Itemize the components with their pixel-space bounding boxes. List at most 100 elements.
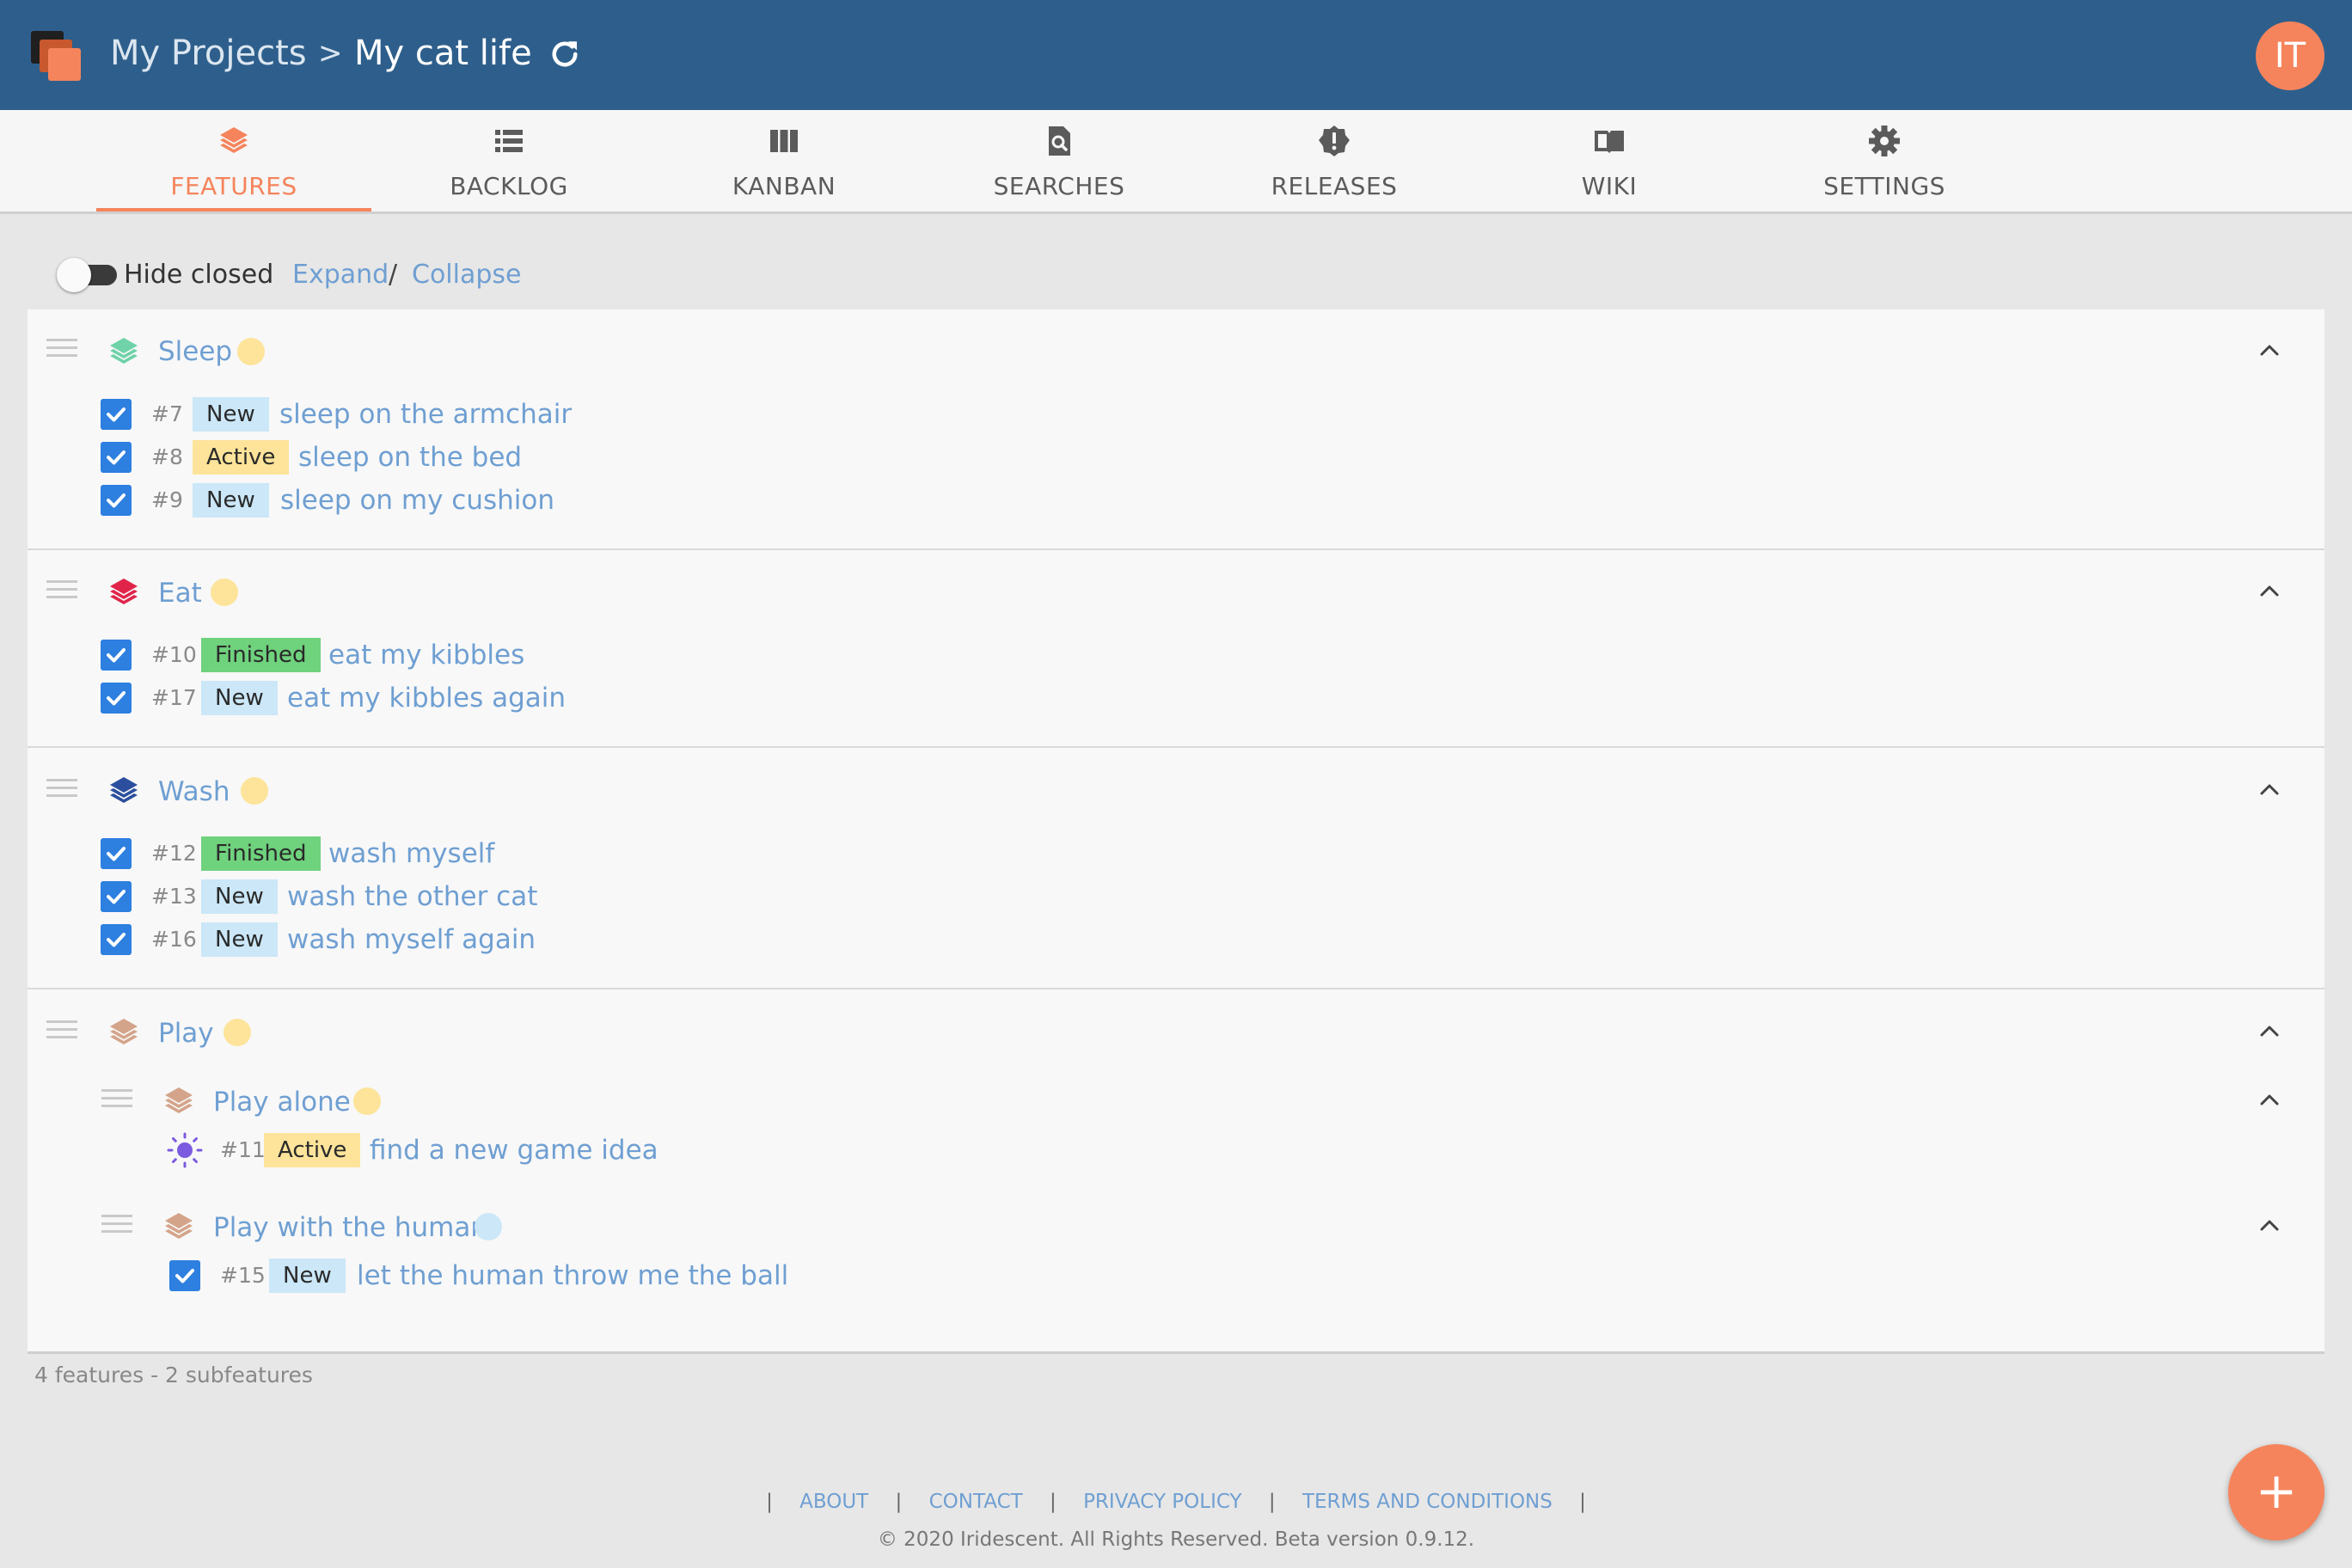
item-number: #9 <box>151 487 183 512</box>
status-badge: New <box>193 397 269 432</box>
list-icon <box>495 130 523 152</box>
item-title[interactable]: eat my kibbles again <box>287 681 566 715</box>
feature-title-play[interactable]: Play <box>158 1014 214 1052</box>
footer-separator: | <box>1050 1491 1057 1513</box>
checkbox-icon[interactable] <box>101 442 132 473</box>
footer-separator: | <box>766 1491 773 1513</box>
drag-handle-icon[interactable] <box>101 1089 132 1113</box>
status-badge: Active <box>264 1133 361 1167</box>
item-number: #7 <box>151 401 183 426</box>
tab-wiki[interactable]: WIKI <box>1472 110 1747 211</box>
footer-separator: | <box>1579 1491 1586 1513</box>
checkbox-icon[interactable] <box>101 640 132 671</box>
refresh-icon[interactable] <box>547 36 583 72</box>
layers-icon <box>110 579 138 604</box>
feature-status-dot <box>241 777 268 805</box>
footer-link-terms[interactable]: TERMS AND CONDITIONS <box>1302 1491 1553 1513</box>
drag-handle-icon[interactable] <box>46 1020 77 1044</box>
chevron-up-icon[interactable] <box>2257 778 2282 802</box>
item-title[interactable]: sleep on the bed <box>298 440 522 475</box>
kanban-icon <box>770 130 798 152</box>
feature-title-eat[interactable]: Eat <box>158 574 202 612</box>
tab-label: RELEASES <box>1271 172 1398 200</box>
drag-handle-icon[interactable] <box>46 779 77 803</box>
layers-icon <box>110 1019 138 1044</box>
subfeature-title-play-alone[interactable]: Play alone <box>213 1083 351 1121</box>
user-avatar[interactable]: IT <box>2256 21 2324 90</box>
feature-divider <box>28 548 2324 550</box>
hide-closed-toggle[interactable] <box>57 258 119 292</box>
expand-link[interactable]: Expand <box>292 258 389 292</box>
breadcrumb-my-projects[interactable]: My Projects <box>110 29 307 77</box>
chevron-up-icon[interactable] <box>2257 1020 2282 1044</box>
chevron-up-icon[interactable] <box>2257 1088 2282 1112</box>
footer-link-contact[interactable]: CONTACT <box>929 1491 1023 1513</box>
add-feature-button[interactable]: + <box>2228 1444 2324 1540</box>
app-logo-icon[interactable] <box>31 31 81 81</box>
checkbox-icon[interactable] <box>101 485 132 516</box>
tab-label: BACKLOG <box>450 172 568 200</box>
tab-backlog[interactable]: BACKLOG <box>371 110 646 211</box>
item-number: #12 <box>151 841 197 866</box>
item-number: #8 <box>151 444 183 469</box>
checkbox-icon[interactable] <box>101 399 132 430</box>
status-badge: New <box>201 681 278 715</box>
feature-summary: 4 features - 2 subfeatures <box>34 1363 313 1387</box>
drag-handle-icon[interactable] <box>46 580 77 604</box>
item-title[interactable]: sleep on my cushion <box>280 483 554 518</box>
item-title[interactable]: wash myself <box>328 836 494 871</box>
chevron-up-icon[interactable] <box>2257 579 2282 603</box>
footer-link-privacy-policy[interactable]: PRIVACY POLICY <box>1083 1491 1242 1513</box>
main-tabs: FEATURES BACKLOG KANBAN SEARCHES RELEASE… <box>0 110 2352 214</box>
book-icon <box>1595 131 1624 153</box>
gear-icon <box>1869 126 1900 156</box>
item-title[interactable]: find a new game idea <box>370 1133 658 1167</box>
checkbox-icon[interactable] <box>101 838 132 869</box>
layers-icon <box>165 1213 193 1239</box>
tab-label: FEATURES <box>170 172 297 200</box>
tab-kanban[interactable]: KANBAN <box>646 110 922 211</box>
tab-label: SETTINGS <box>1823 172 1945 200</box>
drag-handle-icon[interactable] <box>46 339 77 363</box>
footer-link-about[interactable]: ABOUT <box>799 1491 868 1513</box>
feature-title-wash[interactable]: Wash <box>158 773 230 811</box>
sun-icon[interactable] <box>166 1131 204 1169</box>
breadcrumb-project-name: My cat life <box>354 34 532 73</box>
hide-closed-label: Hide closed <box>124 260 274 290</box>
footer-links: | ABOUT | CONTACT | PRIVACY POLICY | TER… <box>0 1487 2352 1516</box>
footer-separator: | <box>895 1491 903 1513</box>
feature-title-sleep[interactable]: Sleep <box>158 333 232 371</box>
layers-icon <box>110 777 138 803</box>
checkbox-icon[interactable] <box>101 881 132 912</box>
item-number: #13 <box>151 884 197 909</box>
tab-releases[interactable]: RELEASES <box>1197 110 1472 211</box>
drag-handle-icon[interactable] <box>101 1215 132 1239</box>
tab-features[interactable]: FEATURES <box>96 110 371 211</box>
layers-icon <box>165 1087 193 1113</box>
chevron-up-icon[interactable] <box>2257 1214 2282 1238</box>
checkbox-icon[interactable] <box>101 683 132 714</box>
collapse-link[interactable]: Collapse <box>412 258 522 292</box>
checkbox-icon[interactable] <box>101 924 132 955</box>
status-badge: Finished <box>201 638 321 672</box>
item-title[interactable]: sleep on the armchair <box>279 397 572 432</box>
item-title[interactable]: wash the other cat <box>287 879 537 914</box>
status-badge: Active <box>193 440 290 475</box>
item-title[interactable]: eat my kibbles <box>328 638 524 672</box>
item-title[interactable]: wash myself again <box>287 922 536 957</box>
status-badge: New <box>201 922 278 957</box>
status-badge: New <box>269 1259 346 1293</box>
checkbox-icon[interactable] <box>169 1260 200 1291</box>
expand-collapse-separator: / <box>389 260 398 290</box>
item-title[interactable]: let the human throw me the ball <box>357 1259 788 1293</box>
subfeature-title-play-with-human[interactable]: Play with the human <box>213 1209 487 1246</box>
tab-searches[interactable]: SEARCHES <box>922 110 1197 211</box>
chevron-up-icon[interactable] <box>2257 339 2282 363</box>
feature-status-dot <box>475 1213 502 1240</box>
tab-settings[interactable]: SETTINGS <box>1747 110 2022 211</box>
footer-separator: | <box>1268 1491 1276 1513</box>
feature-status-dot <box>237 338 265 365</box>
search-document-icon <box>1049 126 1070 156</box>
tab-label: SEARCHES <box>993 172 1125 200</box>
feature-divider <box>28 988 2324 989</box>
